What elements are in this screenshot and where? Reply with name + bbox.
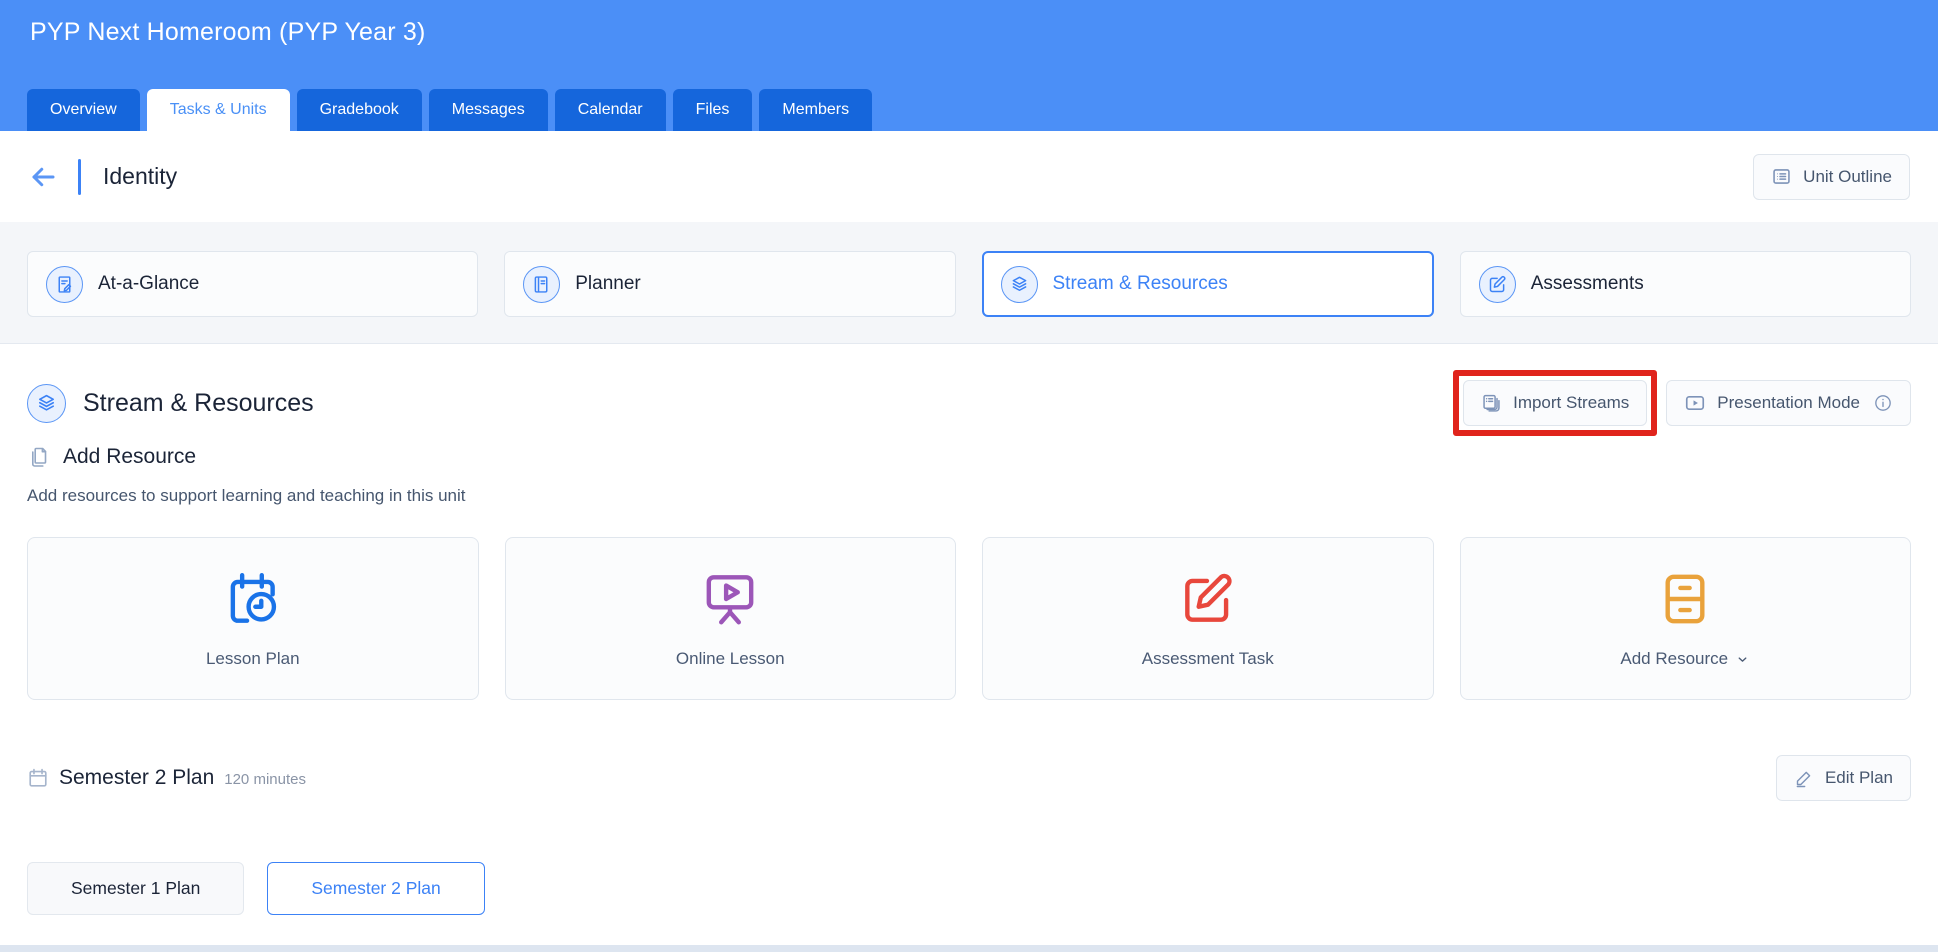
stream-title-wrap: Stream & Resources (27, 384, 314, 423)
plan-tabs: Semester 1 Plan Semester 2 Plan (27, 862, 1911, 915)
presentation-mode-button[interactable]: Presentation Mode (1666, 380, 1911, 426)
class-tabs: OverviewTasks & UnitsGradebookMessagesCa… (27, 89, 872, 131)
section-tab-stream-resources[interactable]: Stream & Resources (982, 251, 1434, 317)
layers-icon (1001, 266, 1038, 303)
resource-card-label: Assessment Task (1142, 649, 1274, 669)
add-resource-heading-row: Add Resource (27, 445, 1911, 469)
calendar-clock-icon (222, 568, 284, 630)
pages-icon (27, 445, 51, 469)
tab-overview[interactable]: Overview (27, 89, 140, 131)
calendar-icon (27, 767, 49, 789)
section-tab-at-a-glance[interactable]: At-a-Glance (27, 251, 478, 317)
section-tab-label: At-a-Glance (98, 273, 199, 295)
document-pen-icon (46, 266, 83, 303)
plan-header-row: Semester 2 Plan 120 minutes Edit Plan (27, 755, 1911, 801)
stream-actions: Import Streams Presentation Mode (1453, 370, 1911, 436)
resource-card-assessment-task[interactable]: Assessment Task (982, 537, 1434, 700)
plan-duration: 120 minutes (224, 771, 306, 788)
tab-files[interactable]: Files (673, 89, 753, 131)
section-tab-planner[interactable]: Planner (504, 251, 955, 317)
presentation-board-icon (699, 568, 761, 630)
resource-card-online-lesson[interactable]: Online Lesson (505, 537, 957, 700)
stream-section-title: Stream & Resources (83, 389, 314, 418)
resource-cards: Lesson Plan Online Lesson Assessment Task A… (27, 537, 1911, 700)
import-streams-icon (1481, 393, 1502, 414)
back-arrow-icon[interactable] (28, 162, 58, 192)
resource-card-label: Lesson Plan (206, 649, 300, 669)
presentation-mode-label: Presentation Mode (1717, 393, 1860, 413)
plan-tab-semester-1-plan[interactable]: Semester 1 Plan (27, 862, 244, 915)
list-icon (1771, 166, 1792, 187)
class-title: PYP Next Homeroom (PYP Year 3) (0, 0, 1938, 47)
add-resource-heading: Add Resource (63, 445, 196, 469)
plan-title-wrap: Semester 2 Plan 120 minutes (27, 766, 306, 790)
section-tab-label: Planner (575, 273, 641, 295)
resource-card-lesson-plan[interactable]: Lesson Plan (27, 537, 479, 700)
next-section-edge (0, 945, 1938, 952)
plan-title: Semester 2 Plan (59, 766, 214, 790)
pencil-square-icon (1177, 568, 1239, 630)
import-streams-highlight-annotation: Import Streams (1453, 370, 1657, 436)
unit-outline-label: Unit Outline (1803, 167, 1892, 187)
section-tab-assessments[interactable]: Assessments (1460, 251, 1911, 317)
page: PYP Next Homeroom (PYP Year 3) OverviewT… (0, 0, 1938, 952)
unit-title-divider (78, 159, 81, 195)
tab-messages[interactable]: Messages (429, 89, 548, 131)
edit-plan-label: Edit Plan (1825, 768, 1893, 788)
layers-icon (27, 384, 66, 423)
resource-card-label: Add Resource (1620, 649, 1728, 669)
resource-card-add-resource[interactable]: Add Resource (1460, 537, 1912, 700)
add-resource-description: Add resources to support learning and te… (27, 486, 1911, 506)
section-tab-label: Stream & Resources (1053, 273, 1228, 295)
pencil-square-icon (1479, 266, 1516, 303)
class-header: PYP Next Homeroom (PYP Year 3) OverviewT… (0, 0, 1938, 131)
chevron-down-icon (1735, 652, 1750, 667)
main-content: Stream & Resources Import Streams Presen… (0, 344, 1938, 915)
presentation-play-icon (1684, 392, 1706, 414)
edit-plan-button[interactable]: Edit Plan (1776, 755, 1911, 801)
archive-drawers-icon (1654, 568, 1716, 630)
tab-gradebook[interactable]: Gradebook (297, 89, 422, 131)
section-tab-label: Assessments (1531, 273, 1644, 295)
unit-title: Identity (103, 163, 177, 190)
info-icon[interactable] (1873, 393, 1893, 413)
edit-pencil-icon (1794, 768, 1814, 788)
plan-tab-semester-2-plan[interactable]: Semester 2 Plan (267, 862, 484, 915)
tab-calendar[interactable]: Calendar (555, 89, 666, 131)
resource-card-label: Online Lesson (676, 649, 785, 669)
unit-outline-button[interactable]: Unit Outline (1753, 154, 1910, 200)
stream-header: Stream & Resources Import Streams Presen… (27, 370, 1911, 436)
tab-members[interactable]: Members (759, 89, 872, 131)
import-streams-button[interactable]: Import Streams (1463, 380, 1647, 426)
tab-tasks-units[interactable]: Tasks & Units (147, 89, 290, 131)
import-streams-label: Import Streams (1513, 393, 1629, 413)
book-icon (523, 266, 560, 303)
unit-section-tabs: At-a-Glance Planner Stream & Resources Asse… (0, 222, 1938, 344)
unit-bar: Identity Unit Outline (0, 131, 1938, 222)
